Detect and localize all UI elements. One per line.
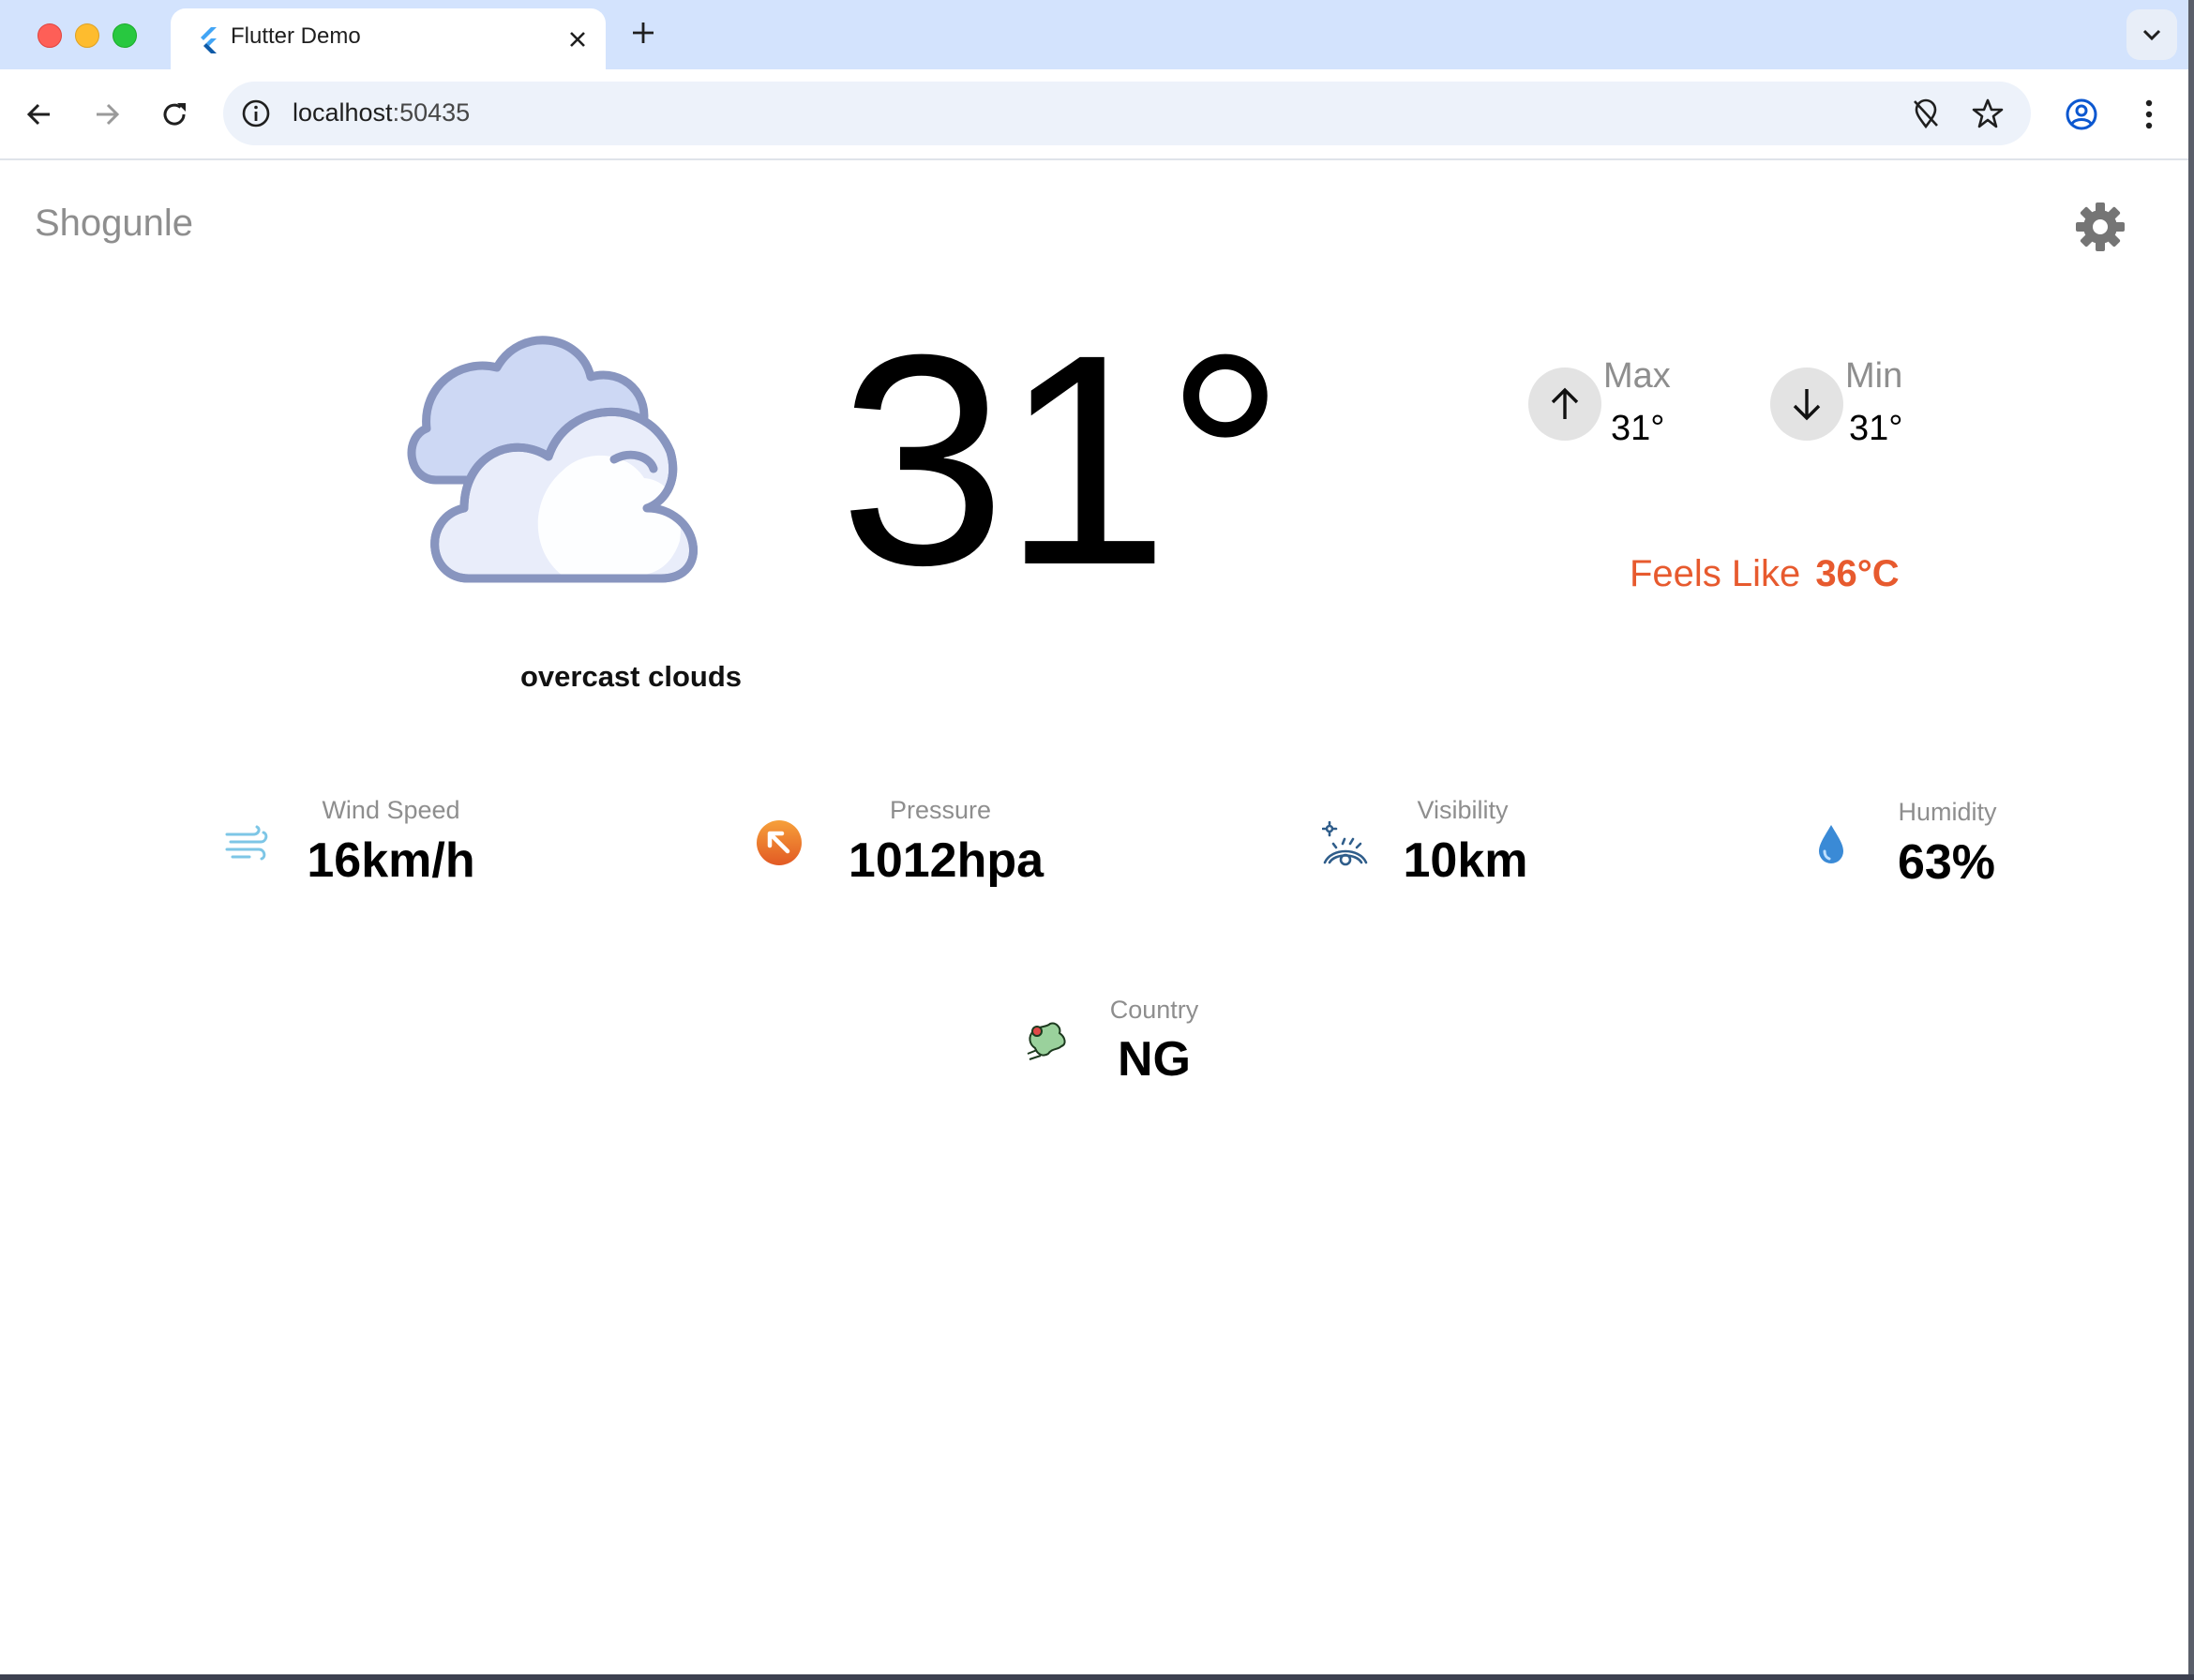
browser-tab-active[interactable]: Flutter Demo xyxy=(171,8,606,70)
max-label: Max xyxy=(1603,356,1671,396)
minimize-window-button[interactable] xyxy=(75,23,99,48)
country-value: NG xyxy=(1118,1032,1191,1087)
window-edge-bottom xyxy=(0,1674,2194,1680)
wind-speed-label: Wind Speed xyxy=(322,796,460,824)
flutter-logo-icon xyxy=(201,27,217,53)
browser-tab-bar: Flutter Demo xyxy=(0,0,2188,70)
min-label: Min xyxy=(1845,356,1903,396)
min-temperature: 31° xyxy=(1849,409,1903,448)
bookmark-star-icon[interactable] xyxy=(1969,95,2006,132)
humidity-label: Humidity xyxy=(1898,798,1997,826)
overcast-clouds-icon xyxy=(407,336,698,583)
browser-menu-icon[interactable] xyxy=(2126,92,2171,137)
url-text[interactable]: localhost:50435 xyxy=(293,98,470,128)
pressure-value: 1012hpa xyxy=(848,833,1044,888)
feels-like-value: 36°C xyxy=(1815,553,1900,594)
forward-arrow-icon[interactable] xyxy=(84,92,129,137)
feels-like-label: Feels Like xyxy=(1630,553,1801,594)
location-off-icon[interactable] xyxy=(1907,95,1945,132)
visibility-label: Visibility xyxy=(1417,796,1509,824)
browser-toolbar: localhost:50435 xyxy=(0,69,2188,160)
pressure-label: Pressure xyxy=(889,796,992,824)
new-tab-icon[interactable] xyxy=(626,16,660,50)
tab-title: Flutter Demo xyxy=(231,23,361,49)
address-bar[interactable]: localhost:50435 xyxy=(223,82,2031,145)
max-temperature: 31° xyxy=(1611,409,1665,448)
humidity-value: 63% xyxy=(1897,835,1996,890)
profile-avatar-icon[interactable] xyxy=(2059,92,2104,137)
feels-like: Feels Like 36°C xyxy=(1630,553,1900,595)
tab-close-icon[interactable] xyxy=(563,24,593,54)
visibility-value: 10km xyxy=(1403,833,1528,888)
settings-gear-icon[interactable] xyxy=(2072,199,2128,255)
wind-speed-value: 16km/h xyxy=(307,833,475,888)
reload-icon[interactable] xyxy=(152,92,197,137)
arrow-down-icon xyxy=(1770,368,1843,441)
close-window-button[interactable] xyxy=(38,23,62,48)
country-label: Country xyxy=(1109,996,1199,1024)
arrow-up-icon xyxy=(1528,368,1601,441)
site-info-icon[interactable] xyxy=(240,98,272,129)
current-temperature: 31° xyxy=(839,292,1285,627)
back-arrow-icon[interactable] xyxy=(17,92,62,137)
maximize-window-button[interactable] xyxy=(113,23,137,48)
weather-condition: overcast clouds xyxy=(519,660,743,693)
app-title: Shogunle xyxy=(35,202,194,244)
tab-search-chevron-icon[interactable] xyxy=(2126,9,2177,60)
window-edge xyxy=(2188,0,2194,1680)
